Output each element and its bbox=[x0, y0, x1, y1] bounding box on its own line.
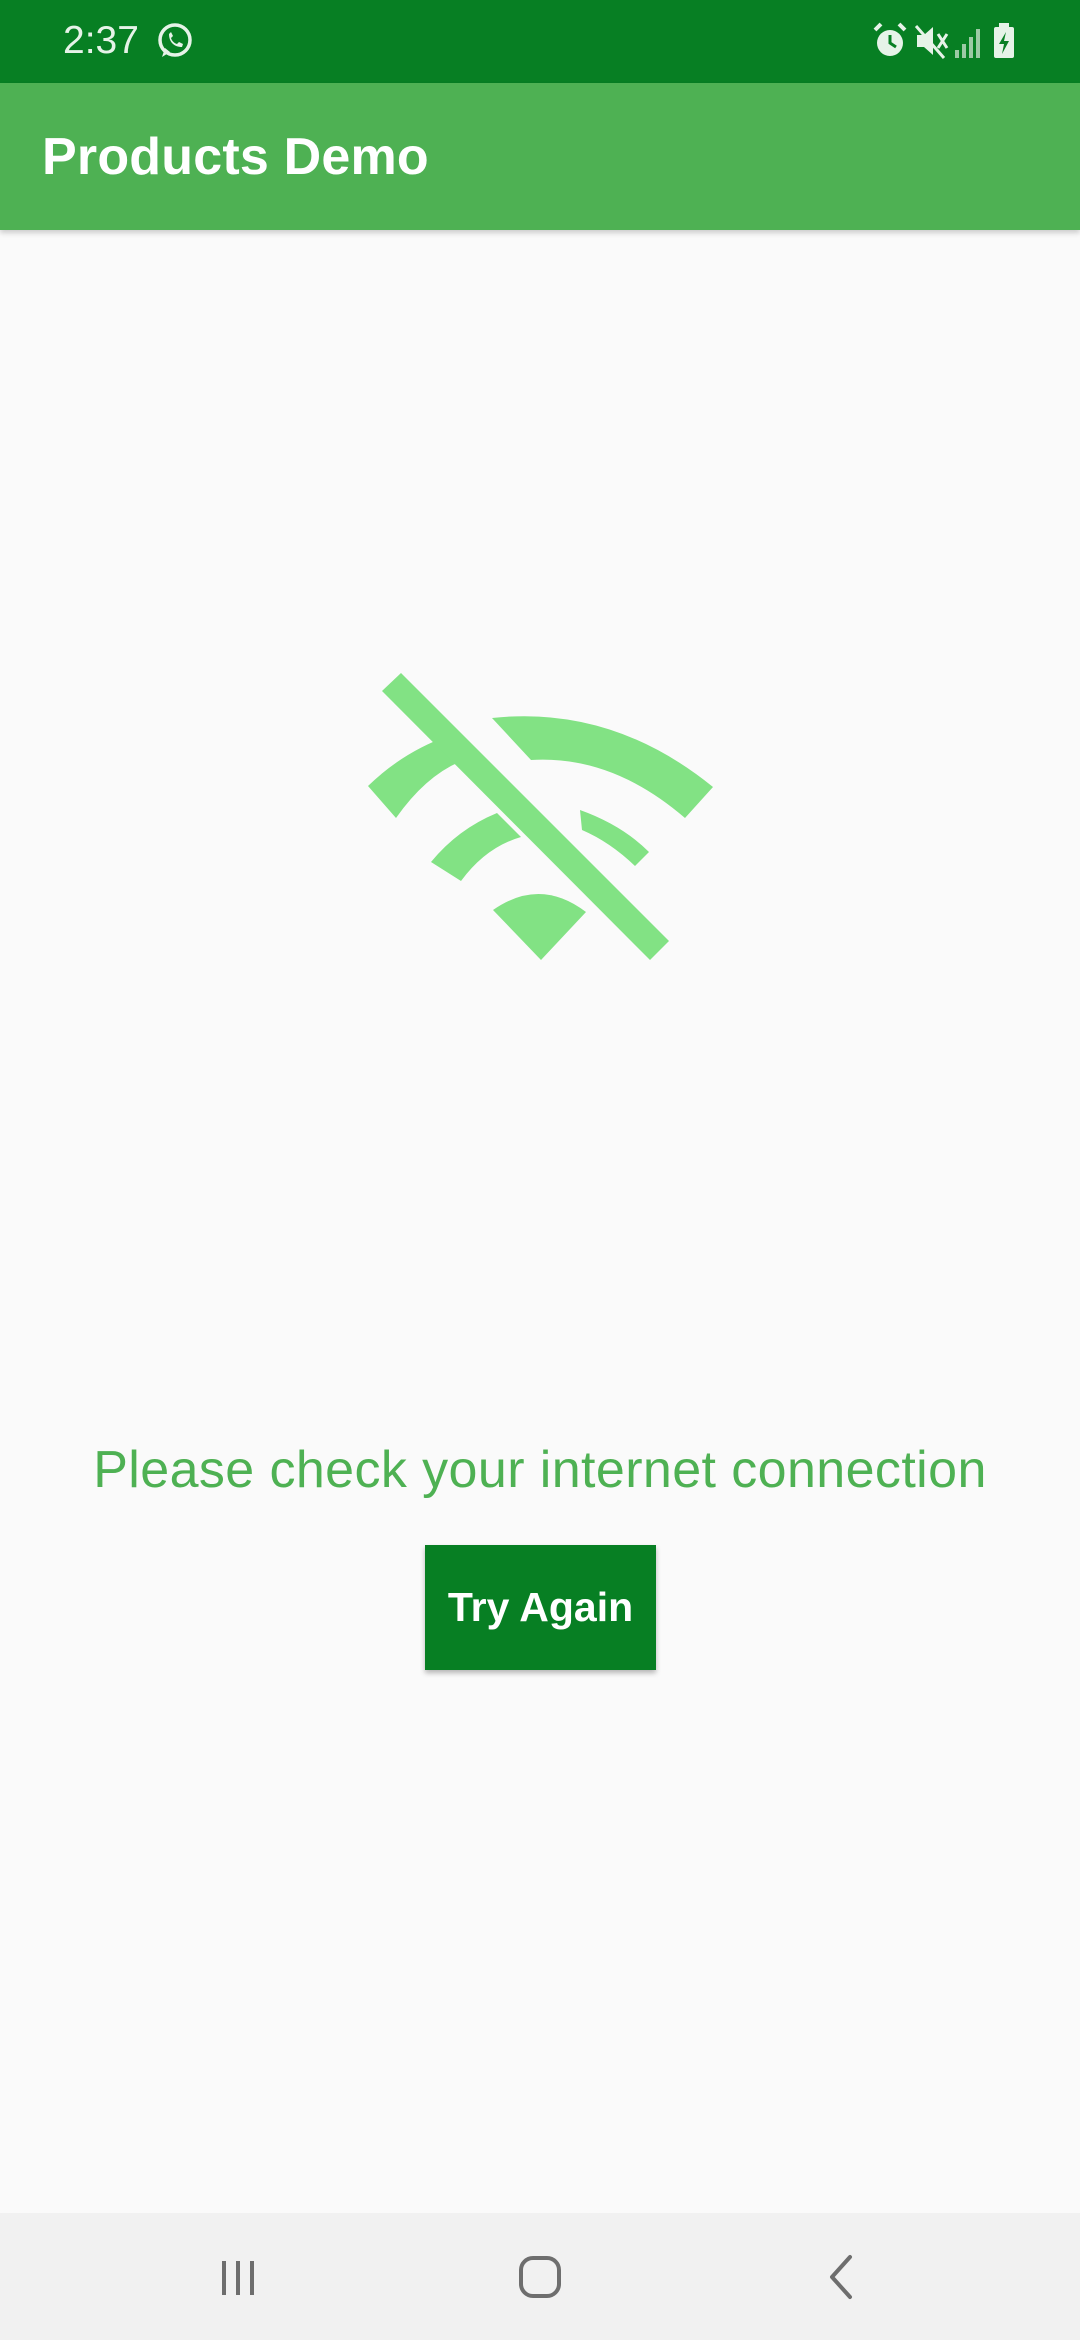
connection-error-message: Please check your internet connection bbox=[93, 1441, 987, 1499]
empty-state: Please check your internet connection Tr… bbox=[0, 230, 1080, 2213]
alarm-icon bbox=[873, 22, 907, 56]
status-bar: 2:37 bbox=[0, 0, 1080, 83]
try-again-label: Try Again bbox=[447, 1584, 634, 1630]
recent-apps-button[interactable] bbox=[188, 2237, 288, 2317]
page-title: Products Demo bbox=[42, 128, 429, 186]
try-again-button[interactable]: Try Again bbox=[425, 1545, 656, 1670]
signal-icon bbox=[955, 29, 980, 58]
system-nav-bar bbox=[0, 2213, 1080, 2340]
back-icon bbox=[830, 2255, 852, 2299]
back-button[interactable] bbox=[792, 2237, 892, 2317]
recent-apps-icon bbox=[222, 2261, 254, 2295]
wifi-off-icon bbox=[368, 673, 713, 960]
app-bar: Products Demo bbox=[0, 83, 1080, 230]
battery-charging-icon bbox=[994, 23, 1014, 58]
status-time: 2:37 bbox=[63, 19, 139, 62]
home-icon bbox=[519, 2256, 561, 2298]
home-button[interactable] bbox=[490, 2237, 590, 2317]
mute-icon bbox=[914, 25, 949, 59]
whatsapp-icon bbox=[158, 23, 192, 57]
